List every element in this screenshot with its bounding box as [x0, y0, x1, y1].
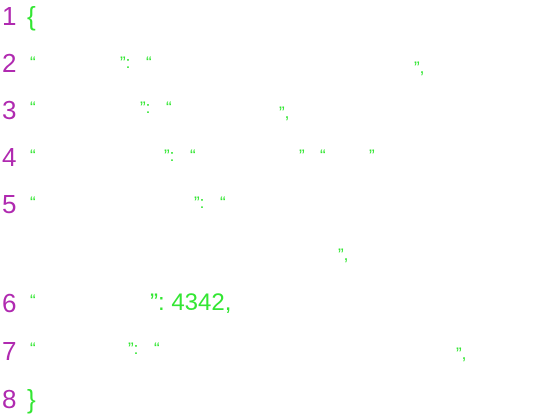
value-close-comma: ”, [338, 245, 349, 264]
line-number: 3 [2, 95, 17, 125]
key-open-quote: “ [30, 339, 36, 358]
value-open-quote: “ [154, 339, 160, 358]
close-brace: } [27, 384, 36, 414]
value-open-quote: “ [166, 98, 172, 117]
value-open-quote: “ [320, 146, 326, 165]
key-open-quote: “ [30, 53, 36, 72]
json-code-view: 1 2 3 4 5 6 7 8 { “ ”: “ ”, “ ”: “ ”, “ … [0, 0, 560, 418]
key-open-quote: “ [30, 98, 36, 117]
key-open-quote: “ [30, 193, 36, 212]
key-open-quote: “ [30, 291, 36, 310]
value-open-quote: “ [190, 146, 196, 165]
line-number: 8 [2, 384, 17, 414]
line-number: 4 [2, 142, 17, 172]
key-close-colon: ”: [140, 98, 151, 117]
line-number: 6 [2, 288, 17, 318]
line-number: 7 [2, 336, 17, 366]
open-brace: { [27, 1, 36, 31]
line-number: 1 [2, 1, 17, 31]
key-open-quote: “ [30, 146, 36, 165]
key-close-number-value: ”: 4342, [150, 289, 232, 316]
line-number: 5 [2, 189, 17, 219]
line-number: 2 [2, 48, 17, 78]
key-close-colon: ”: [194, 193, 205, 212]
value-open-quote: “ [146, 53, 152, 72]
value-close-quote: ” [369, 146, 375, 165]
value-close-comma: ”, [456, 344, 467, 363]
key-close-colon: ”: [164, 146, 175, 165]
value-close-quote: ” [299, 146, 305, 165]
key-close-colon: ”: [128, 339, 139, 358]
value-open-quote: “ [220, 193, 226, 212]
value-close-comma: ”, [279, 103, 290, 122]
value-close-comma: ”, [414, 58, 425, 77]
key-close-colon: ”: [120, 53, 131, 72]
